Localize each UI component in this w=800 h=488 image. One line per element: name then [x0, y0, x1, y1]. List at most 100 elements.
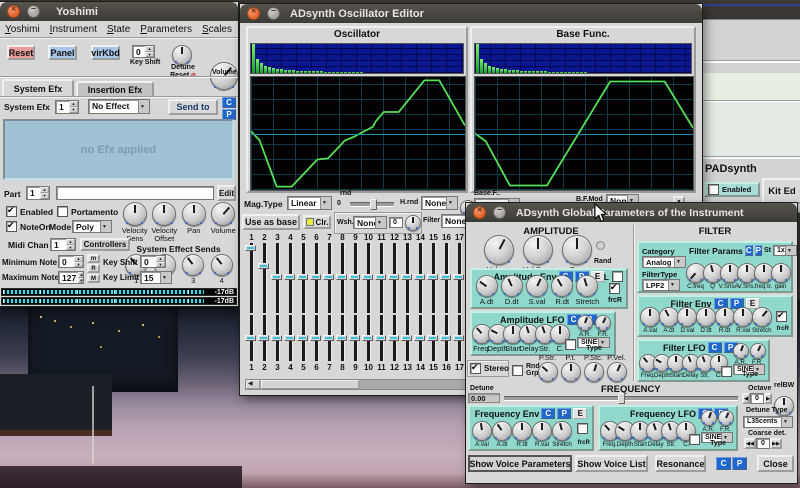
freq-env-frcr-box[interactable]: [577, 423, 588, 434]
menu-item-instrument[interactable]: Instrument: [45, 23, 102, 36]
harmonic-phase-handle-4[interactable]: [284, 335, 295, 341]
key-shift-down-icon[interactable]: [145, 52, 154, 58]
r-val-knob[interactable]: [733, 307, 753, 327]
osc-editor-titlebar[interactable]: ADsynth Oscillator Editor: [240, 4, 702, 23]
reset-button[interactable]: Reset: [7, 45, 35, 60]
harmonic-mag-handle-8[interactable]: [336, 274, 347, 280]
a-val-knob[interactable]: [640, 307, 660, 327]
harmonic-mag-handle-5[interactable]: [297, 274, 308, 280]
freq-env-copy-button[interactable]: C: [541, 408, 555, 419]
harmonic-phase-handle-1[interactable]: [245, 335, 256, 341]
amp-lfo-checkbox[interactable]: [565, 339, 576, 350]
filter-lfo-box[interactable]: [721, 366, 732, 377]
harmonic-mag-slider-2[interactable]: [263, 243, 267, 313]
part-edit-button[interactable]: Edit: [217, 185, 236, 201]
harmonic-phase-handle-14[interactable]: [414, 335, 425, 341]
vel-sens-knob[interactable]: [523, 235, 553, 265]
category-dropdown[interactable]: Analog: [642, 256, 686, 268]
stretch-knob[interactable]: [576, 275, 598, 297]
stretch-knob[interactable]: [552, 421, 572, 441]
a-dt-knob[interactable]: [476, 275, 498, 297]
filter-lfo-copy-button[interactable]: C: [708, 342, 722, 353]
harmonic-mag-handle-13[interactable]: [401, 274, 412, 280]
p-stc-knob[interactable]: [584, 362, 604, 382]
harmonic-phase-slider-6[interactable]: [315, 315, 319, 361]
detune-slider-handle[interactable]: [618, 393, 625, 404]
mag-type-dropdown[interactable]: Linear: [287, 196, 332, 210]
gain-knob[interactable]: [771, 263, 791, 283]
freq-lfo-box[interactable]: [689, 434, 700, 445]
tab-insertion-efx[interactable]: Insertion Efx: [76, 81, 154, 96]
coarse-left-icon[interactable]: ◀◀: [744, 438, 756, 449]
harmonic-mag-slider-13[interactable]: [406, 243, 410, 313]
harmonic-phase-slider-1[interactable]: [250, 315, 254, 361]
r-dt-knob[interactable]: [512, 421, 532, 441]
harmonic-phase-handle-8[interactable]: [336, 335, 347, 341]
harmonic-mag-slider-1[interactable]: [250, 243, 254, 313]
harmonic-mag-slider-9[interactable]: [354, 243, 358, 313]
velocity-sens-knob[interactable]: [123, 202, 147, 226]
portamento-checkbox[interactable]: Portamento: [57, 206, 118, 217]
4-knob[interactable]: [211, 254, 233, 276]
close-button[interactable]: Close: [757, 455, 794, 472]
midi-chan-spinner[interactable]: 1: [50, 238, 76, 251]
harmonic-mag-slider-15[interactable]: [432, 243, 436, 313]
harmonic-phase-handle-3[interactable]: [271, 335, 282, 341]
freq-env-edit-button[interactable]: E: [573, 408, 587, 419]
use-as-base-button[interactable]: Use as base: [242, 214, 300, 230]
harmonic-mag-slider-17[interactable]: [458, 243, 462, 313]
coarse-det-spinner[interactable]: ◀◀ 0 ▶▶: [744, 438, 782, 449]
global-minimize-icon[interactable]: [493, 206, 506, 219]
mode-dropdown[interactable]: Poly: [72, 220, 112, 233]
harmonic-mag-slider-16[interactable]: [445, 243, 449, 313]
padsynth-enabled-box[interactable]: [708, 184, 719, 195]
harmonic-mag-handle-1[interactable]: [245, 245, 256, 251]
show-voice-list-button[interactable]: Show Voice List: [575, 455, 648, 472]
part-number-spinner[interactable]: 1: [26, 186, 50, 200]
wsh-dropdown[interactable]: None: [353, 216, 387, 229]
filter-lfo-checkbox[interactable]: [721, 366, 732, 377]
r-val-knob[interactable]: [532, 421, 552, 441]
r-dt-knob[interactable]: [715, 307, 735, 327]
harmonic-mag-slider-7[interactable]: [328, 243, 332, 313]
harmonic-mag-slider-14[interactable]: [419, 243, 423, 313]
close-icon[interactable]: [7, 5, 20, 18]
a-dt-knob[interactable]: [492, 421, 512, 441]
tab-system-efx[interactable]: System Efx: [2, 79, 74, 96]
pan-knob[interactable]: [182, 202, 206, 226]
f-r-knob[interactable]: [750, 343, 766, 359]
rnd-grp-box[interactable]: [512, 365, 523, 376]
filter-env-frcr-box[interactable]: [776, 311, 787, 322]
s-val-knob[interactable]: [526, 275, 548, 297]
stretch-knob[interactable]: [752, 307, 772, 327]
octave-spinner[interactable]: ◀ 0 ▶: [742, 393, 772, 404]
velocity-offset-knob[interactable]: [152, 202, 176, 226]
stereo-box[interactable]: [470, 363, 481, 374]
harmonic-phase-slider-11[interactable]: [380, 315, 384, 361]
harmonic-mag-handle-12[interactable]: [388, 274, 399, 280]
max-note-down-icon[interactable]: [78, 278, 83, 284]
stereo-checkbox[interactable]: Stereo: [470, 363, 509, 374]
max-note-spinner[interactable]: 127: [58, 271, 84, 284]
st-arrow-icon[interactable]: [785, 246, 796, 255]
category-arrow-icon[interactable]: [674, 257, 685, 267]
noteon-checkbox[interactable]: NoteOn: [6, 221, 51, 232]
midi-chan-down-icon[interactable]: [66, 245, 75, 251]
harmonic-phase-slider-15[interactable]: [432, 315, 436, 361]
harmonic-phase-slider-12[interactable]: [393, 315, 397, 361]
system-efx-number-spinner[interactable]: 1: [55, 100, 79, 114]
freq-lfo-checkbox[interactable]: [689, 434, 700, 445]
volume-knob[interactable]: [211, 202, 235, 226]
global-close-icon[interactable]: [473, 206, 486, 219]
harmonic-phase-slider-5[interactable]: [302, 315, 306, 361]
osc-minimize-icon[interactable]: [267, 7, 280, 20]
octave-right-icon[interactable]: ▶: [764, 393, 772, 404]
harmonic-mag-handle-6[interactable]: [310, 274, 321, 280]
clr-button[interactable]: Clr.: [303, 215, 331, 229]
send-to-button[interactable]: Send to: [168, 99, 218, 115]
global-paste-button[interactable]: P: [732, 457, 747, 470]
hrnd-dropdown[interactable]: None: [421, 196, 458, 210]
harmonic-mag-handle-17[interactable]: [453, 274, 464, 280]
harmonic-mag-slider-6[interactable]: [315, 243, 319, 313]
a-dt-knob[interactable]: [659, 307, 679, 327]
